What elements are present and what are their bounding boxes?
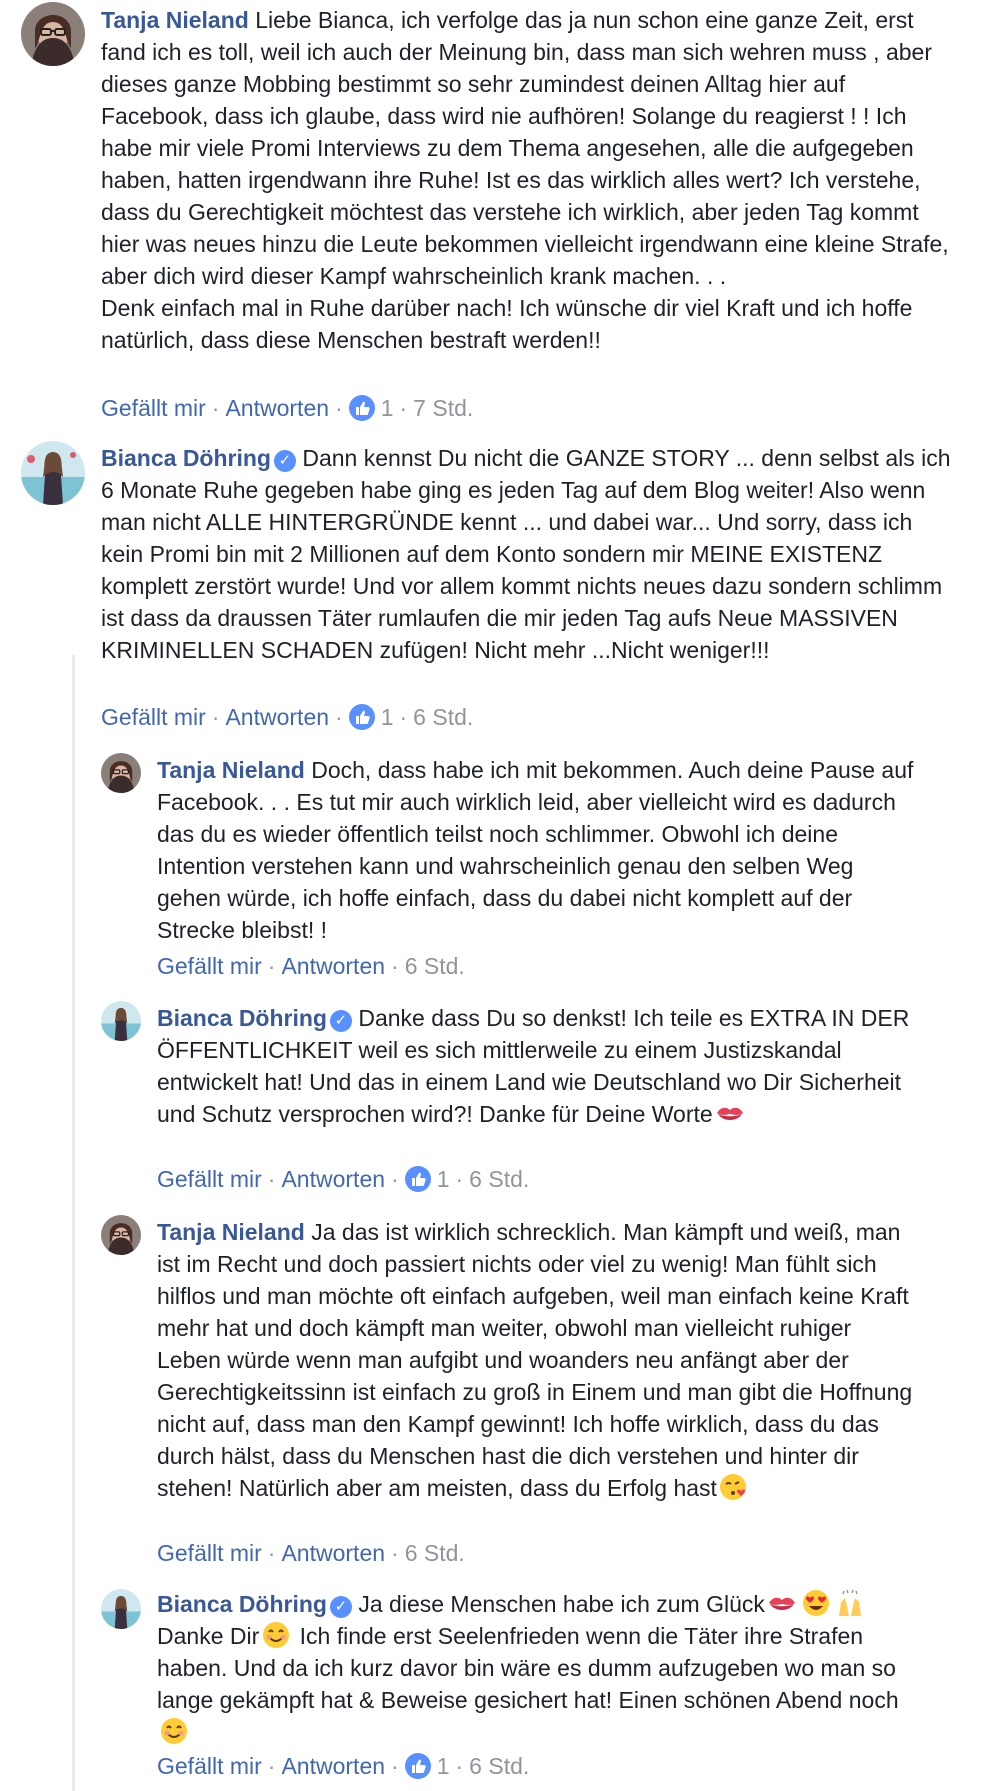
- separator: ·: [335, 395, 343, 421]
- reply-text: Ja diese Menschen habe ich zum Glück: [358, 1591, 765, 1617]
- separator: ·: [267, 953, 276, 979]
- reply-button[interactable]: Antworten: [281, 953, 385, 979]
- like-button[interactable]: Gefällt mir: [101, 704, 206, 730]
- separator: ·: [391, 1540, 399, 1566]
- like-icon[interactable]: [348, 395, 375, 421]
- reply-button[interactable]: Antworten: [281, 1166, 385, 1192]
- comment-text: Liebe Bianca, ich verfolge das ja nun sc…: [101, 7, 949, 353]
- verified-badge-icon: ✓: [329, 1596, 352, 1618]
- separator: ·: [391, 1166, 399, 1192]
- avatar[interactable]: [101, 1215, 141, 1255]
- reply-button[interactable]: Antworten: [281, 1753, 385, 1779]
- separator: ·: [267, 1540, 276, 1566]
- separator: ·: [211, 395, 220, 421]
- separator: ·: [399, 704, 408, 730]
- separator: ·: [391, 953, 399, 979]
- comment-actions: Gefällt mir · Antworten · 1 · 7 Std.: [101, 392, 473, 424]
- smiling-face-emoji: [261, 1620, 291, 1650]
- timestamp[interactable]: 6 Std.: [469, 1753, 529, 1779]
- comment-body: Tanja Nieland Liebe Bianca, ich verfolge…: [101, 4, 951, 356]
- separator: ·: [267, 1753, 276, 1779]
- reply-actions: Gefällt mir · Antworten · 6 Std.: [157, 950, 465, 982]
- reply-author[interactable]: Bianca Döhring: [157, 1591, 327, 1617]
- reply-actions: Gefällt mir · Antworten · 1 · 6 Std.: [157, 1163, 529, 1195]
- separator: ·: [211, 704, 220, 730]
- reply-actions: Gefällt mir · Antworten · 1 · 6 Std.: [157, 1750, 529, 1782]
- reply-body: Bianca Döhring ✓ Danke dass Du so denkst!…: [157, 1002, 917, 1130]
- like-icon[interactable]: [348, 704, 375, 730]
- reply-author[interactable]: Tanja Nieland: [157, 1219, 305, 1245]
- reply-body: Tanja Nieland Doch, dass habe ich mit be…: [157, 754, 917, 946]
- like-button[interactable]: Gefällt mir: [157, 1540, 262, 1566]
- comment-author[interactable]: Bianca Döhring: [101, 445, 271, 471]
- reply-thread-line: [72, 655, 75, 1791]
- avatar[interactable]: [21, 441, 85, 505]
- avatar[interactable]: [101, 753, 141, 793]
- timestamp[interactable]: 6 Std.: [405, 953, 465, 979]
- like-button[interactable]: Gefällt mir: [157, 1753, 262, 1779]
- heart-eyes-emoji: [801, 1588, 831, 1618]
- reply-text: Doch, dass habe ich mit bekommen. Auch d…: [157, 757, 920, 943]
- avatar[interactable]: [101, 1589, 141, 1629]
- reply-text: Danke Dir: [157, 1623, 260, 1649]
- reply-author[interactable]: Bianca Döhring: [157, 1005, 327, 1031]
- reaction-count[interactable]: 1: [381, 395, 394, 421]
- reply-actions: Gefällt mir · Antworten · 6 Std.: [157, 1537, 465, 1569]
- reply-author[interactable]: Tanja Nieland: [157, 757, 305, 783]
- timestamp[interactable]: 7 Std.: [413, 395, 473, 421]
- like-icon[interactable]: [404, 1166, 431, 1192]
- reaction-count[interactable]: 1: [437, 1753, 450, 1779]
- like-button[interactable]: Gefällt mir: [157, 953, 262, 979]
- separator: ·: [455, 1753, 464, 1779]
- verified-badge-icon: ✓: [273, 450, 296, 472]
- comment-body: Bianca Döhring ✓ Dann kennst Du nicht die…: [101, 442, 951, 666]
- separator: ·: [399, 395, 408, 421]
- timestamp[interactable]: 6 Std.: [413, 704, 473, 730]
- avatar[interactable]: [101, 1001, 141, 1041]
- reply-text: Ja das ist wirklich schrecklich. Man käm…: [157, 1219, 919, 1501]
- reaction-count[interactable]: 1: [381, 704, 394, 730]
- like-button[interactable]: Gefällt mir: [101, 395, 206, 421]
- separator: ·: [267, 1166, 276, 1192]
- comment-text: Dann kennst Du nicht die GANZE STORY ...…: [101, 445, 957, 663]
- timestamp[interactable]: 6 Std.: [469, 1166, 529, 1192]
- reaction-count[interactable]: 1: [437, 1166, 450, 1192]
- comment-actions: Gefällt mir · Antworten · 1 · 6 Std.: [101, 701, 473, 733]
- like-button[interactable]: Gefällt mir: [157, 1166, 262, 1192]
- verified-badge-icon: ✓: [329, 1010, 352, 1032]
- separator: ·: [391, 1753, 399, 1779]
- timestamp[interactable]: 6 Std.: [405, 1540, 465, 1566]
- reply-body: Tanja Nieland Ja das ist wirklich schrec…: [157, 1216, 917, 1504]
- kissing-heart-emoji: [719, 1472, 749, 1502]
- reply-button[interactable]: Antworten: [225, 395, 329, 421]
- raised-hands-emoji: [835, 1588, 865, 1618]
- kiss-mark-emoji: [767, 1588, 797, 1618]
- separator: ·: [455, 1166, 464, 1192]
- reply-button[interactable]: Antworten: [225, 704, 329, 730]
- comment-author[interactable]: Tanja Nieland: [101, 7, 249, 33]
- smiling-face-emoji: [159, 1716, 189, 1746]
- like-icon[interactable]: [404, 1753, 431, 1779]
- reply-button[interactable]: Antworten: [281, 1540, 385, 1566]
- reply-body: Bianca Döhring ✓ Ja diese Menschen habe i…: [157, 1588, 917, 1748]
- separator: ·: [335, 704, 343, 730]
- kiss-mark-emoji: [715, 1098, 745, 1128]
- avatar[interactable]: [21, 2, 85, 66]
